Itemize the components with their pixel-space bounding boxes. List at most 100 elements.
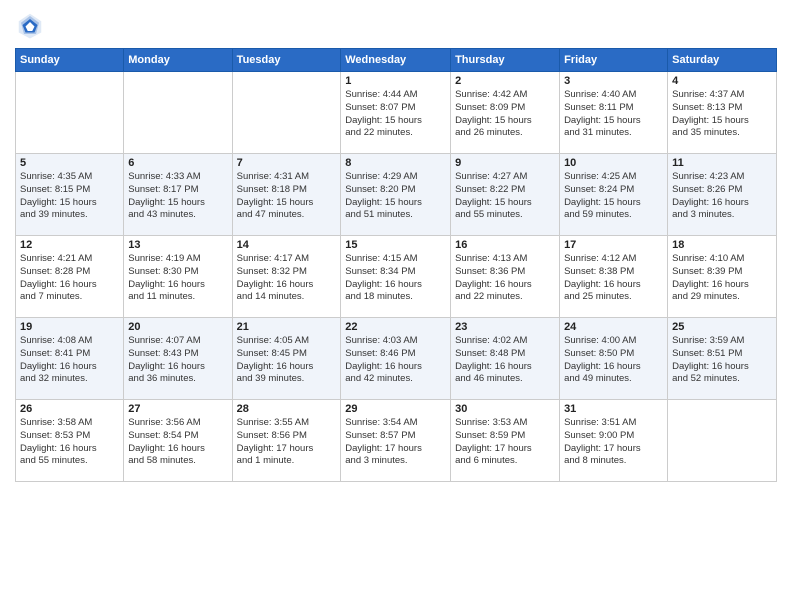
header — [15, 10, 777, 40]
day-number: 30 — [455, 403, 555, 415]
calendar-cell: 28Sunrise: 3:55 AMSunset: 8:56 PMDayligh… — [232, 400, 341, 482]
day-info: Sunrise: 3:56 AMSunset: 8:54 PMDaylight:… — [128, 417, 227, 468]
calendar-cell: 15 Sunrise: 4:15 AMSunset: 8:34 PMDayligh… — [341, 236, 451, 318]
day-number: 11 — [672, 157, 772, 169]
day-info: Sunrise: 4:05 AMSunset: 8:45 PMDaylight:… — [237, 335, 337, 386]
day-info: Sunrise: 4:00 AMSunset: 8:50 PMDaylight:… — [564, 335, 663, 386]
calendar-cell: 23Sunrise: 4:02 AMSunset: 8:48 PMDayligh… — [451, 318, 560, 400]
day-info: Sunrise: 4:08 AMSunset: 8:41 PMDaylight:… — [20, 335, 119, 386]
day-number: 12 — [20, 239, 119, 251]
day-info: Sunrise: 4:21 AMSunset: 8:28 PMDaylight:… — [20, 253, 119, 304]
day-info: Sunrise: 4:37 AMSunset: 8:13 PMDaylight:… — [672, 89, 772, 140]
day-number: 27 — [128, 403, 227, 415]
calendar-cell: 29Sunrise: 3:54 AMSunset: 8:57 PMDayligh… — [341, 400, 451, 482]
day-number: 22 — [345, 321, 446, 333]
weekday-monday: Monday — [124, 49, 232, 72]
calendar-cell: 9 Sunrise: 4:27 AMSunset: 8:22 PMDaylight… — [451, 154, 560, 236]
week-row-2: 5 Sunrise: 4:35 AMSunset: 8:15 PMDaylight… — [16, 154, 777, 236]
day-number: 24 — [564, 321, 663, 333]
day-number: 26 — [20, 403, 119, 415]
day-number: 6 — [128, 157, 227, 169]
calendar-cell: 16 Sunrise: 4:13 AMSunset: 8:36 PMDayligh… — [451, 236, 560, 318]
calendar: SundayMondayTuesdayWednesdayThursdayFrid… — [15, 48, 777, 482]
calendar-cell: 14 Sunrise: 4:17 AMSunset: 8:32 PMDayligh… — [232, 236, 341, 318]
calendar-cell: 3 Sunrise: 4:40 AMSunset: 8:11 PMDaylight… — [560, 72, 668, 154]
day-number: 2 — [455, 75, 555, 87]
calendar-cell — [16, 72, 124, 154]
day-number: 25 — [672, 321, 772, 333]
day-info: Sunrise: 4:12 AMSunset: 8:38 PMDaylight:… — [564, 253, 663, 304]
day-info: Sunrise: 4:07 AMSunset: 8:43 PMDaylight:… — [128, 335, 227, 386]
logo-icon — [15, 10, 45, 40]
day-info: Sunrise: 4:44 AMSunset: 8:07 PMDaylight:… — [345, 89, 446, 140]
calendar-cell: 26Sunrise: 3:58 AMSunset: 8:53 PMDayligh… — [16, 400, 124, 482]
week-row-4: 19 Sunrise: 4:08 AMSunset: 8:41 PMDayligh… — [16, 318, 777, 400]
day-info: Sunrise: 4:15 AMSunset: 8:34 PMDaylight:… — [345, 253, 446, 304]
weekday-sunday: Sunday — [16, 49, 124, 72]
page: SundayMondayTuesdayWednesdayThursdayFrid… — [0, 0, 792, 612]
calendar-cell: 20 Sunrise: 4:07 AMSunset: 8:43 PMDayligh… — [124, 318, 232, 400]
day-number: 13 — [128, 239, 227, 251]
day-number: 8 — [345, 157, 446, 169]
day-number: 29 — [345, 403, 446, 415]
day-info: Sunrise: 4:35 AMSunset: 8:15 PMDaylight:… — [20, 171, 119, 222]
day-number: 9 — [455, 157, 555, 169]
weekday-friday: Friday — [560, 49, 668, 72]
day-number: 19 — [20, 321, 119, 333]
calendar-cell: 13 Sunrise: 4:19 AMSunset: 8:30 PMDayligh… — [124, 236, 232, 318]
day-info: Sunrise: 3:55 AMSunset: 8:56 PMDaylight:… — [237, 417, 337, 468]
day-number: 3 — [564, 75, 663, 87]
day-info: Sunrise: 4:42 AMSunset: 8:09 PMDaylight:… — [455, 89, 555, 140]
day-number: 4 — [672, 75, 772, 87]
calendar-body: 1 Sunrise: 4:44 AMSunset: 8:07 PMDaylight… — [16, 72, 777, 482]
weekday-thursday: Thursday — [451, 49, 560, 72]
calendar-cell: 19 Sunrise: 4:08 AMSunset: 8:41 PMDayligh… — [16, 318, 124, 400]
day-number: 10 — [564, 157, 663, 169]
calendar-cell: 10Sunrise: 4:25 AMSunset: 8:24 PMDayligh… — [560, 154, 668, 236]
calendar-header: SundayMondayTuesdayWednesdayThursdayFrid… — [16, 49, 777, 72]
day-number: 7 — [237, 157, 337, 169]
day-info: Sunrise: 3:59 AMSunset: 8:51 PMDaylight:… — [672, 335, 772, 386]
weekday-wednesday: Wednesday — [341, 49, 451, 72]
day-info: Sunrise: 4:40 AMSunset: 8:11 PMDaylight:… — [564, 89, 663, 140]
day-info: Sunrise: 3:51 AMSunset: 9:00 PMDaylight:… — [564, 417, 663, 468]
day-info: Sunrise: 4:19 AMSunset: 8:30 PMDaylight:… — [128, 253, 227, 304]
week-row-5: 26Sunrise: 3:58 AMSunset: 8:53 PMDayligh… — [16, 400, 777, 482]
calendar-cell: 8Sunrise: 4:29 AMSunset: 8:20 PMDaylight… — [341, 154, 451, 236]
calendar-cell: 6 Sunrise: 4:33 AMSunset: 8:17 PMDaylight… — [124, 154, 232, 236]
day-info: Sunrise: 4:23 AMSunset: 8:26 PMDaylight:… — [672, 171, 772, 222]
day-number: 18 — [672, 239, 772, 251]
calendar-cell: 4 Sunrise: 4:37 AMSunset: 8:13 PMDaylight… — [668, 72, 777, 154]
calendar-cell — [232, 72, 341, 154]
day-number: 31 — [564, 403, 663, 415]
calendar-cell: 25 Sunrise: 3:59 AMSunset: 8:51 PMDayligh… — [668, 318, 777, 400]
calendar-cell: 1 Sunrise: 4:44 AMSunset: 8:07 PMDaylight… — [341, 72, 451, 154]
day-number: 15 — [345, 239, 446, 251]
day-number: 5 — [20, 157, 119, 169]
weekday-row: SundayMondayTuesdayWednesdayThursdayFrid… — [16, 49, 777, 72]
logo — [15, 10, 49, 40]
day-number: 1 — [345, 75, 446, 87]
day-number: 20 — [128, 321, 227, 333]
weekday-tuesday: Tuesday — [232, 49, 341, 72]
week-row-1: 1 Sunrise: 4:44 AMSunset: 8:07 PMDaylight… — [16, 72, 777, 154]
day-info: Sunrise: 4:13 AMSunset: 8:36 PMDaylight:… — [455, 253, 555, 304]
day-number: 14 — [237, 239, 337, 251]
calendar-cell: 21Sunrise: 4:05 AMSunset: 8:45 PMDayligh… — [232, 318, 341, 400]
calendar-cell: 12 Sunrise: 4:21 AMSunset: 8:28 PMDayligh… — [16, 236, 124, 318]
day-info: Sunrise: 4:03 AMSunset: 8:46 PMDaylight:… — [345, 335, 446, 386]
calendar-cell: 30Sunrise: 3:53 AMSunset: 8:59 PMDayligh… — [451, 400, 560, 482]
day-number: 16 — [455, 239, 555, 251]
calendar-cell — [124, 72, 232, 154]
day-info: Sunrise: 4:33 AMSunset: 8:17 PMDaylight:… — [128, 171, 227, 222]
day-number: 17 — [564, 239, 663, 251]
calendar-cell: 7Sunrise: 4:31 AMSunset: 8:18 PMDaylight… — [232, 154, 341, 236]
day-info: Sunrise: 4:17 AMSunset: 8:32 PMDaylight:… — [237, 253, 337, 304]
calendar-cell — [668, 400, 777, 482]
calendar-cell: 11 Sunrise: 4:23 AMSunset: 8:26 PMDayligh… — [668, 154, 777, 236]
calendar-cell: 17 Sunrise: 4:12 AMSunset: 8:38 PMDayligh… — [560, 236, 668, 318]
day-info: Sunrise: 4:10 AMSunset: 8:39 PMDaylight:… — [672, 253, 772, 304]
day-info: Sunrise: 4:27 AMSunset: 8:22 PMDaylight:… — [455, 171, 555, 222]
week-row-3: 12 Sunrise: 4:21 AMSunset: 8:28 PMDayligh… — [16, 236, 777, 318]
calendar-cell: 18 Sunrise: 4:10 AMSunset: 8:39 PMDayligh… — [668, 236, 777, 318]
